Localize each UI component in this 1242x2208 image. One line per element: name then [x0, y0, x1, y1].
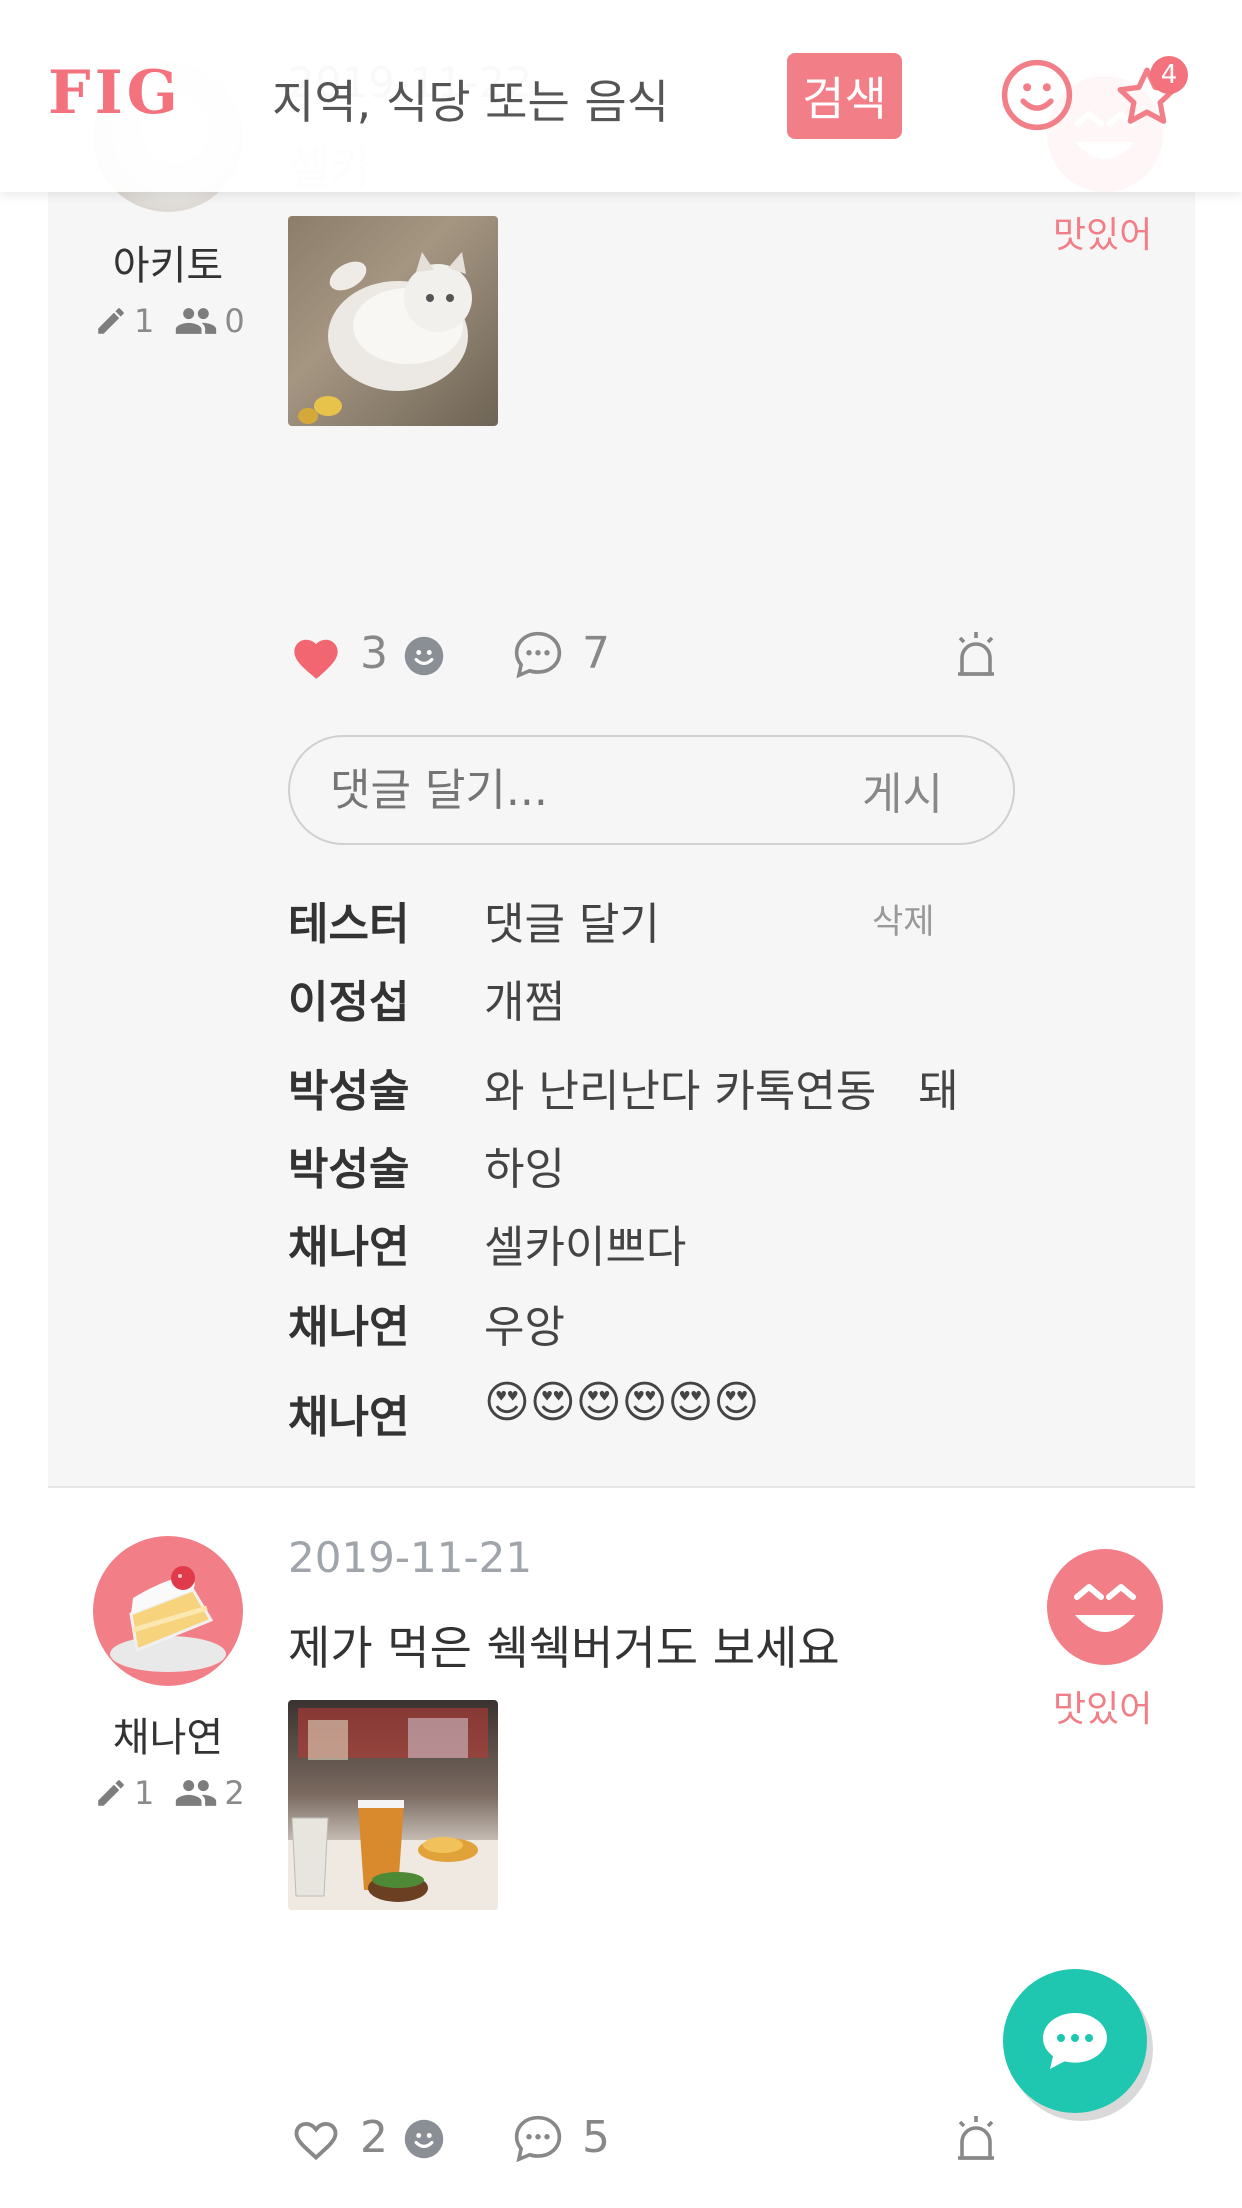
chat-fab-button[interactable] — [1003, 1969, 1147, 2113]
comment-author[interactable]: 박성술 — [288, 1055, 409, 1119]
comment-author[interactable]: 채나연 — [288, 1381, 409, 1445]
mood-label: 맛있어 — [1053, 1689, 1153, 1730]
comment-author[interactable]: 테스터 — [288, 888, 409, 952]
comment-count: 7 — [582, 628, 610, 679]
comment-count: 5 — [582, 2112, 610, 2163]
comment-author[interactable]: 채나연 — [288, 1291, 409, 1355]
avatar-chaenayeon[interactable] — [93, 1536, 243, 1686]
smiley-icon[interactable] — [403, 635, 445, 677]
top-header: FIG 지역, 식당 또는 음식 검색 4 — [0, 0, 1242, 192]
post-photo[interactable] — [288, 216, 498, 426]
like-count: 3 — [360, 628, 388, 679]
comment-text: 와 난리난다 카톡연동 돼 — [484, 1066, 959, 1117]
comment-author[interactable]: 이정섭 — [288, 966, 409, 1030]
pencil-icon — [98, 308, 124, 334]
favorites-badge: 4 — [1150, 56, 1188, 94]
post-count: 1 — [134, 1774, 155, 1812]
author-name[interactable]: 채나연 — [68, 1705, 268, 1763]
siren-icon[interactable] — [952, 2112, 1000, 2164]
comment-text: 😍😍😍😍😍😍 — [484, 1377, 760, 1428]
siren-icon[interactable] — [952, 628, 1000, 680]
comment-text: 댓글 달기 — [484, 899, 660, 950]
people-icon — [176, 1780, 217, 1806]
comment-text: 하잉 — [484, 1144, 565, 1195]
chat-bubble-icon[interactable] — [510, 2112, 566, 2166]
follower-count: 0 — [224, 302, 245, 340]
chat-icon — [1043, 2013, 1107, 2069]
comment-author[interactable]: 채나연 — [288, 1211, 409, 1275]
comment-text: 우앙 — [484, 1302, 565, 1353]
follower-count: 2 — [224, 1774, 245, 1812]
comment-text: 셀카이쁘다 — [484, 1222, 687, 1273]
author-stats: 1 2 — [94, 1774, 245, 1812]
post-title: 제가 먹은 쉑쉑버거도 보세요 — [288, 1621, 840, 1675]
mood-indicator — [1043, 1545, 1167, 1669]
comment-input[interactable] — [330, 758, 810, 822]
post-photo[interactable] — [288, 1700, 498, 1910]
laughing-face-icon — [1047, 1549, 1163, 1665]
comment-text: 개쩜 — [484, 977, 565, 1028]
smiley-icon[interactable] — [403, 2118, 445, 2160]
kitten-image — [298, 252, 472, 424]
food-image — [288, 1708, 498, 1910]
author-name[interactable]: 아키토 — [68, 233, 268, 291]
post-count: 1 — [134, 302, 155, 340]
mood-label: 맛있어 — [1053, 215, 1153, 256]
delete-comment-button[interactable]: 삭제 — [872, 894, 935, 943]
pencil-icon — [98, 1780, 124, 1806]
app-logo[interactable]: FIG — [48, 58, 182, 128]
cake-icon — [110, 1566, 226, 1672]
chat-bubble-icon[interactable] — [510, 628, 566, 682]
heart-icon[interactable] — [290, 633, 342, 679]
post-date: 2019-11-21 — [288, 1533, 533, 1582]
like-count: 2 — [360, 2112, 388, 2163]
smiley-outline-icon[interactable] — [1000, 58, 1074, 132]
search-button[interactable]: 검색 — [787, 53, 902, 139]
people-icon — [176, 308, 217, 334]
author-stats: 1 0 — [94, 302, 245, 340]
search-input[interactable]: 지역, 식당 또는 음식 — [272, 66, 669, 132]
heart-outline-icon[interactable] — [290, 2115, 342, 2161]
post-comment-button[interactable]: 게시 — [862, 758, 943, 822]
comment-author[interactable]: 박성술 — [288, 1133, 409, 1197]
